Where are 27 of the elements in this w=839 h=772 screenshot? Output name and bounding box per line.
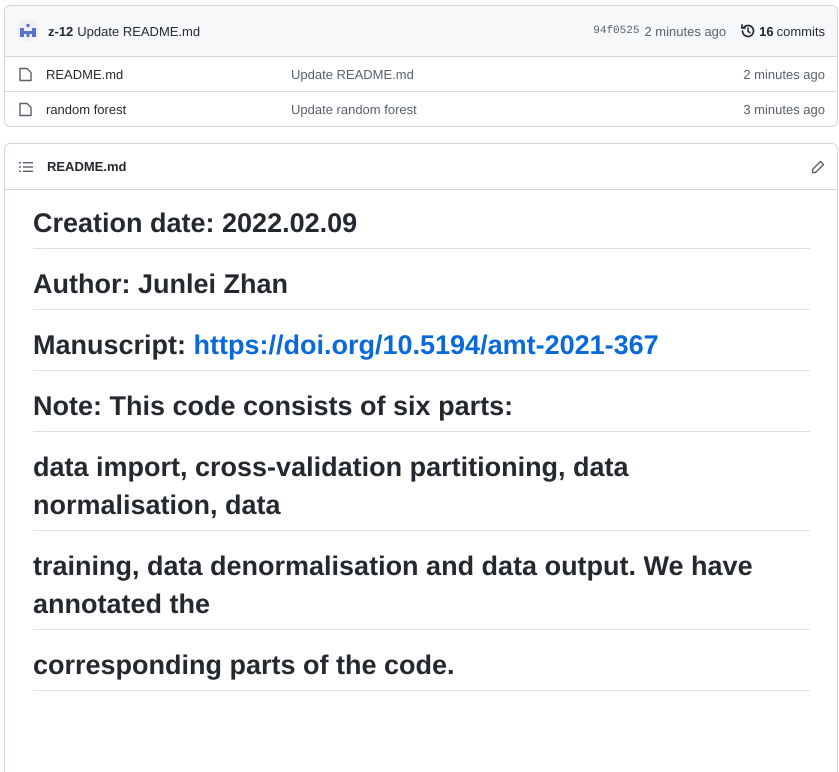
commit-time: 2 minutes ago [644, 24, 726, 38]
commit-count[interactable]: 16 [759, 24, 774, 38]
file-name[interactable]: README.md [46, 66, 291, 82]
readme-title: README.md [47, 159, 126, 174]
readme-heading: Manuscript: https://doi.org/10.5194/amt-2021-367 [33, 326, 810, 371]
readme-heading: training, data denormalisation and data output. We have annotated the [33, 547, 810, 630]
list-icon[interactable] [19, 160, 33, 172]
commits-link[interactable]: commits [776, 24, 825, 38]
commit-author[interactable]: z-12 [48, 24, 74, 38]
file-icon [19, 102, 32, 116]
readme-heading: corresponding parts of the code. [33, 646, 810, 691]
file-time: 3 minutes ago [743, 102, 825, 116]
readme-heading: data import, cross-validation partitioning, data normalisation, data [33, 448, 810, 531]
file-commit-message[interactable]: Update random forest [291, 102, 744, 116]
file-time: 2 minutes ago [743, 66, 825, 82]
file-commit-message[interactable]: Update README.md [291, 66, 744, 82]
file-icon [19, 66, 32, 82]
readme-heading: Creation date: 2022.02.09 [33, 204, 810, 249]
avatar-icon [17, 20, 39, 42]
commit-message[interactable]: Update README.md [77, 24, 200, 38]
edit-icon[interactable] [811, 160, 825, 174]
history-icon [740, 23, 756, 39]
readme-heading: Author: Junlei Zhan [33, 265, 810, 310]
doi-link[interactable]: https://doi.org/10.5194/amt-2021-367 [194, 330, 659, 360]
readme-heading: Note: This code consists of six parts: [33, 387, 810, 432]
file-name[interactable]: random forest [46, 102, 291, 116]
commit-sha[interactable]: 94f0525 [593, 25, 640, 37]
